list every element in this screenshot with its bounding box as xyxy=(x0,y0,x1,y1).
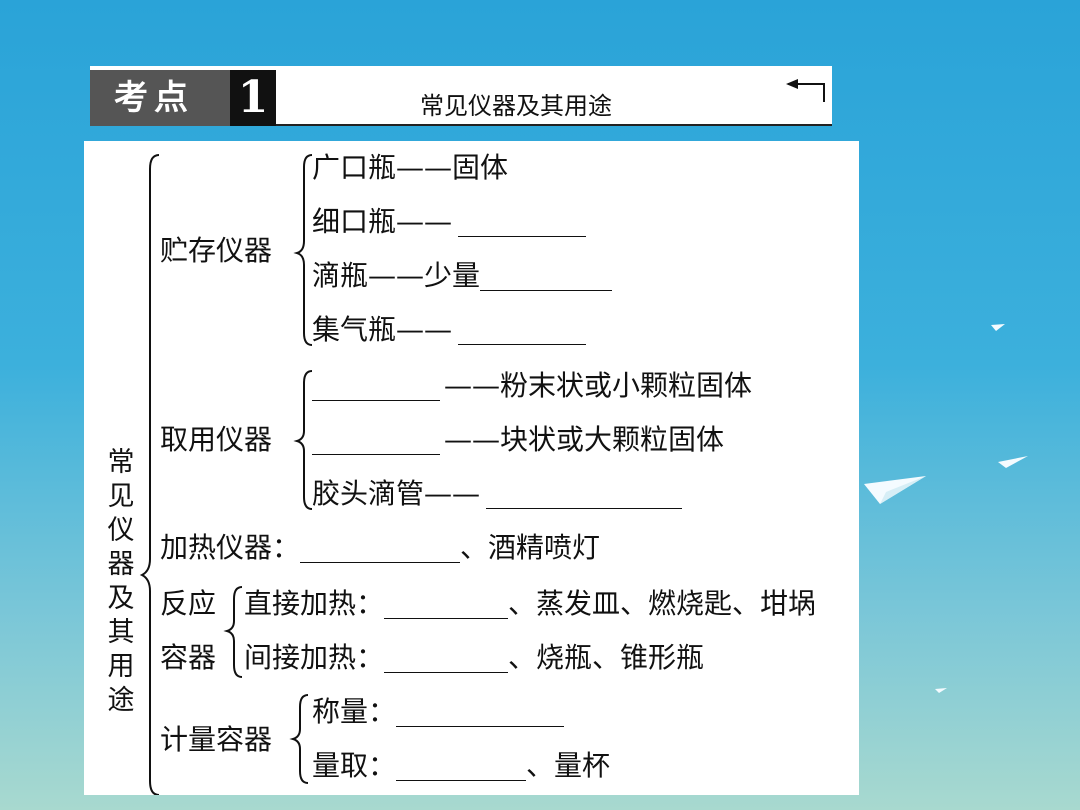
main-title-vertical: 常见仪器及其用途 xyxy=(107,447,135,716)
measuring-measure-row: 量取： 、量杯 xyxy=(312,749,611,782)
storage-label: 贮存仪器 xyxy=(160,234,273,267)
answer-blank[interactable] xyxy=(458,318,587,345)
paper-plane-icon xyxy=(935,688,947,693)
answer-blank[interactable] xyxy=(396,700,565,727)
header-title: 常见仪器及其用途 xyxy=(420,92,612,120)
taking-item-2: ——块状或大颗粒固体 xyxy=(312,423,724,457)
answer-blank[interactable] xyxy=(384,646,509,673)
storage-item-1: 广口瓶——固体 xyxy=(312,151,509,184)
answer-blank[interactable] xyxy=(486,482,683,509)
heating-row: 加热仪器： 、酒精喷灯 xyxy=(160,531,601,564)
taking-item-3: 胶头滴管—— xyxy=(312,477,683,511)
answer-blank[interactable] xyxy=(480,264,613,291)
content-panel: 常见仪器及其用途 贮存仪器 广口瓶——固体 细口瓶—— 滴瓶——少量 集气瓶——… xyxy=(84,141,859,795)
storage-item-4: 集气瓶—— xyxy=(312,313,587,347)
paper-plane-icon xyxy=(991,324,1005,331)
reaction-label-top: 反应 xyxy=(160,587,217,620)
header-bar: 考点 1 常见仪器及其用途 xyxy=(90,66,832,126)
answer-blank[interactable] xyxy=(312,428,440,455)
taking-item-1: ——粉末状或小颗粒固体 xyxy=(312,369,752,403)
measuring-label: 计量容器 xyxy=(160,723,273,756)
taking-label: 取用仪器 xyxy=(160,423,273,456)
paper-plane-icon xyxy=(998,456,1028,468)
back-arrow-icon[interactable] xyxy=(784,78,828,104)
answer-blank[interactable] xyxy=(396,754,527,781)
storage-item-3: 滴瓶——少量 xyxy=(312,259,613,293)
reaction-indirect-row: 间接加热： 、烧瓶、锥形瓶 xyxy=(244,641,705,674)
reaction-direct-row: 直接加热： 、蒸发皿、燃烧匙、坩埚 xyxy=(244,587,817,620)
measuring-weigh-row: 称量： xyxy=(312,695,565,729)
answer-blank[interactable] xyxy=(458,210,587,237)
answer-blank[interactable] xyxy=(384,592,509,619)
paper-plane-icon xyxy=(864,476,926,504)
answer-blank[interactable] xyxy=(312,374,440,401)
answer-blank[interactable] xyxy=(300,536,461,563)
topic-badge-number: 1 xyxy=(230,70,276,126)
reaction-label-bottom: 容器 xyxy=(160,641,217,674)
storage-item-2: 细口瓶—— xyxy=(312,205,587,239)
